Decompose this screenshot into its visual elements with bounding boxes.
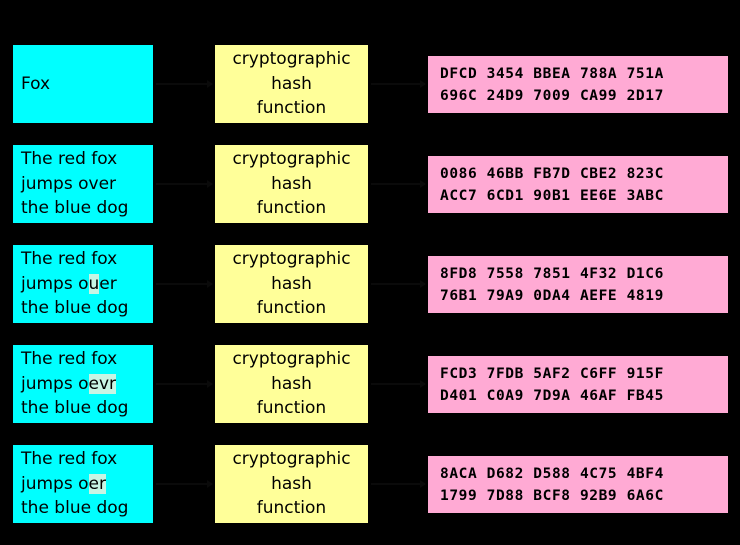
input-line: jumps oevr [21, 372, 147, 397]
function-label-line2: hash [271, 273, 312, 294]
input-text-plain: The red fox [21, 249, 118, 270]
input-text-tail: er [99, 273, 117, 294]
input-line: the blue dog [21, 196, 147, 221]
hash-function-box: cryptographic hash function [215, 345, 368, 423]
diagram-row: Fox cryptographic hash function DFCD 345… [0, 45, 740, 145]
input-message-box: The red fox jumps oevr the blue dog [13, 345, 153, 423]
arrow-right-icon [371, 280, 426, 288]
input-text-plain: jumps o [21, 473, 89, 494]
hash-digest-line2: 1799 7D88 BCF8 92B9 6A6C [440, 487, 664, 504]
input-line: The red fox [21, 347, 147, 372]
input-message-box: The red fox jumps oer the blue dog [13, 445, 153, 523]
input-line: The red fox [21, 247, 147, 272]
function-label-line1: cryptographic [232, 149, 351, 170]
function-label-line3: function [256, 198, 327, 219]
input-line: the blue dog [21, 396, 147, 421]
arrow-right-icon [156, 380, 213, 388]
arrow-right-icon [371, 180, 426, 188]
function-label-line2: hash [271, 473, 312, 494]
input-message-box: Fox [13, 45, 153, 123]
function-label-line1: cryptographic [232, 449, 351, 470]
diagram-row: The red fox jumps over the blue dog cryp… [0, 145, 740, 245]
hash-digest-line1: 0086 46BB FB7D CBE2 823C [440, 165, 664, 182]
input-text-plain: The red fox [21, 449, 118, 470]
arrow-right-icon [156, 480, 213, 488]
arrow-right-icon [371, 480, 426, 488]
input-text-highlight: evr [88, 373, 117, 394]
hash-digest-line1: 8ACA D682 D588 4C75 4BF4 [440, 465, 664, 482]
diagram-row: The red fox jumps oer the blue dog crypt… [0, 445, 740, 545]
function-label-line3: function [256, 98, 327, 119]
hash-digest-line1: FCD3 7FDB 5AF2 C6FF 915F [440, 365, 664, 382]
diagram-row: The red fox jumps oevr the blue dog cryp… [0, 345, 740, 445]
function-label-line1: cryptographic [232, 249, 351, 270]
hash-digest-line2: 696C 24D9 7009 CA99 2D17 [440, 87, 664, 104]
hash-digest-box: 8FD8 7558 7851 4F32 D1C6 76B1 79A9 0DA4 … [428, 256, 728, 313]
input-line: The red fox [21, 447, 147, 472]
input-text-plain: the blue dog [21, 398, 129, 419]
function-label-line2: hash [271, 73, 312, 94]
input-line: jumps over [21, 172, 147, 197]
input-text-plain: the blue dog [21, 198, 129, 219]
input-line: jumps ouer [21, 272, 147, 297]
input-line: The red fox [21, 147, 147, 172]
input-message-box: The red fox jumps ouer the blue dog [13, 245, 153, 323]
hash-digest-box: 0086 46BB FB7D CBE2 823C ACC7 6CD1 90B1 … [428, 156, 728, 213]
arrow-right-icon [156, 80, 213, 88]
hash-function-box: cryptographic hash function [215, 45, 368, 123]
input-text-plain: the blue dog [21, 298, 129, 319]
input-text-plain: jumps o [21, 273, 89, 294]
hash-function-box: cryptographic hash function [215, 245, 368, 323]
function-label-line1: cryptographic [232, 49, 351, 70]
function-label-line3: function [256, 298, 327, 319]
arrow-right-icon [371, 380, 426, 388]
hash-digest-box: 8ACA D682 D588 4C75 4BF4 1799 7D88 BCF8 … [428, 456, 728, 513]
input-text-highlight: er [88, 473, 106, 494]
input-text-plain: The red fox [21, 149, 118, 170]
hash-digest-box: FCD3 7FDB 5AF2 C6FF 915F D401 C0A9 7D9A … [428, 356, 728, 413]
input-text-plain: the blue dog [21, 498, 129, 519]
function-label-line3: function [256, 498, 327, 519]
input-text-plain: The red fox [21, 349, 118, 370]
hash-digest-box: DFCD 3454 BBEA 788A 751A 696C 24D9 7009 … [428, 56, 728, 113]
hash-digest-line2: ACC7 6CD1 90B1 EE6E 3ABC [440, 187, 664, 204]
input-line: the blue dog [21, 296, 147, 321]
arrow-right-icon [371, 80, 426, 88]
hash-digest-line1: DFCD 3454 BBEA 788A 751A [440, 65, 664, 82]
hash-function-box: cryptographic hash function [215, 145, 368, 223]
function-label-line2: hash [271, 373, 312, 394]
hash-digest-line2: 76B1 79A9 0DA4 AEFE 4819 [440, 287, 664, 304]
input-text-plain: jumps over [21, 173, 117, 194]
hash-function-box: cryptographic hash function [215, 445, 368, 523]
input-line: the blue dog [21, 496, 147, 521]
diagram-row: The red fox jumps ouer the blue dog cryp… [0, 245, 740, 345]
arrow-right-icon [156, 280, 213, 288]
hash-function-diagram: Fox cryptographic hash function DFCD 345… [0, 0, 740, 536]
function-label-line1: cryptographic [232, 349, 351, 370]
input-line: jumps oer [21, 472, 147, 497]
function-label-line3: function [256, 398, 327, 419]
hash-digest-line2: D401 C0A9 7D9A 46AF FB45 [440, 387, 664, 404]
function-label-line2: hash [271, 173, 312, 194]
input-text-highlight: u [88, 273, 100, 294]
input-text-plain: Fox [21, 73, 51, 94]
input-line: Fox [21, 72, 147, 97]
input-text-plain: jumps o [21, 373, 89, 394]
input-message-box: The red fox jumps over the blue dog [13, 145, 153, 223]
hash-digest-line1: 8FD8 7558 7851 4F32 D1C6 [440, 265, 664, 282]
arrow-right-icon [156, 180, 213, 188]
